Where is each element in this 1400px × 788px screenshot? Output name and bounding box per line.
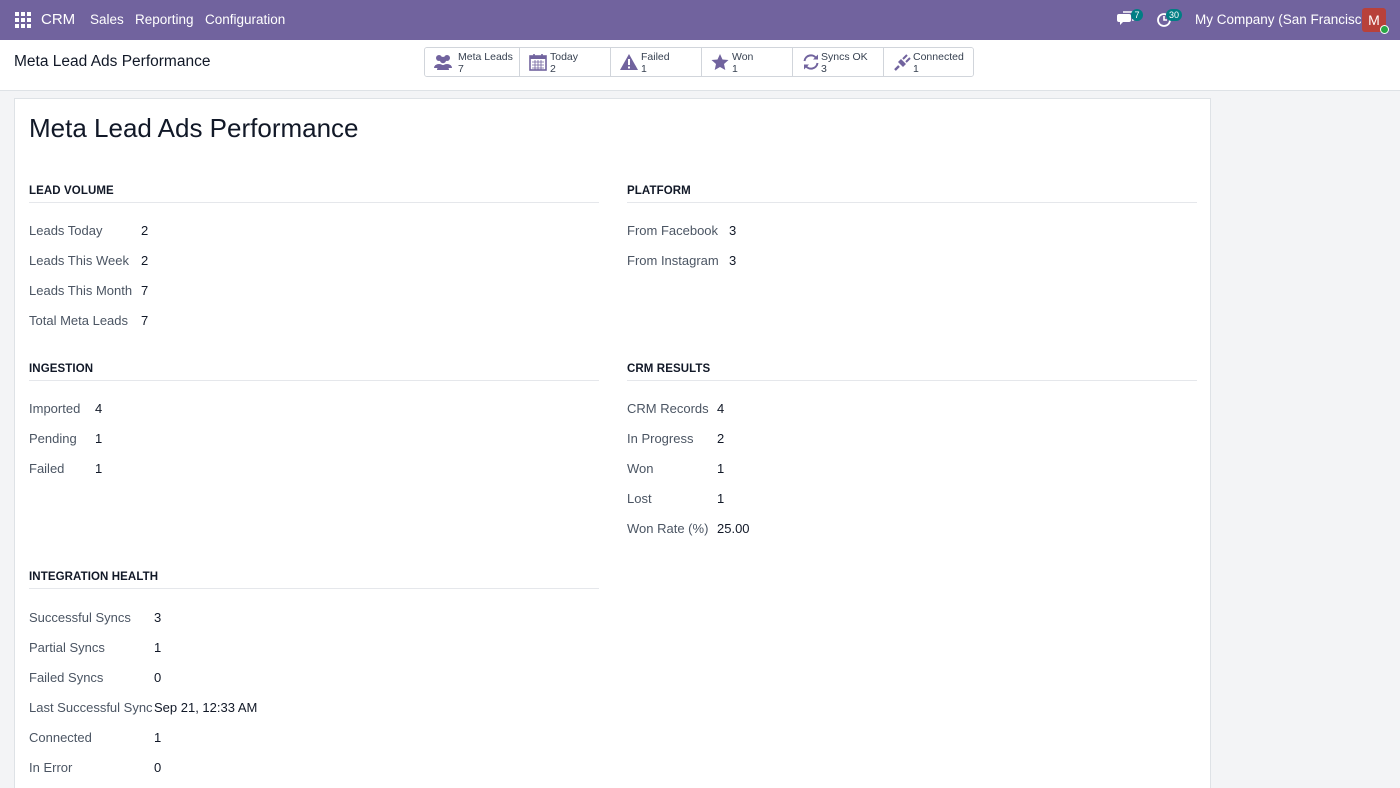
- form-sheet: Meta Lead Ads Performance LEAD VOLUME Le…: [14, 98, 1211, 788]
- field-value: 1: [154, 640, 162, 655]
- stat-value: 3: [821, 63, 827, 75]
- control-panel: Meta Lead Ads Performance Meta Leads 7 T…: [0, 40, 1400, 91]
- group-crm-results: CRM RESULTS: [627, 363, 1197, 381]
- apps-menu-icon[interactable]: [15, 12, 31, 28]
- group-platform: PLATFORM: [627, 185, 1197, 203]
- app-name[interactable]: CRM: [41, 11, 75, 28]
- star-icon: [711, 54, 729, 70]
- field-value: 0: [154, 670, 162, 685]
- page-title: Meta Lead Ads Performance: [14, 53, 211, 70]
- field-label: Leads Today: [29, 223, 103, 238]
- stat-label: Meta Leads: [458, 51, 513, 63]
- top-navbar: CRM Sales Reporting Configuration 7 30 M…: [0, 0, 1400, 40]
- stat-button-connected[interactable]: Connected 1: [884, 48, 973, 76]
- group-title: INTEGRATION HEALTH: [29, 571, 599, 589]
- field-value: 2: [717, 431, 725, 446]
- group-title: PLATFORM: [627, 185, 1197, 203]
- field-label: Successful Syncs: [29, 610, 131, 625]
- field-label: From Facebook: [627, 223, 719, 238]
- stat-value: 1: [641, 63, 647, 75]
- stat-value: 7: [458, 63, 464, 75]
- stat-button-meta-leads[interactable]: Meta Leads 7: [425, 48, 520, 76]
- field-label: Failed Syncs: [29, 670, 104, 685]
- calendar-icon: [529, 54, 547, 71]
- stat-button-failed[interactable]: Failed 1: [611, 48, 702, 76]
- refresh-icon: [803, 54, 819, 70]
- field-value: 1: [154, 730, 162, 745]
- activities-button[interactable]: 30: [1156, 9, 1183, 31]
- field-value: 2: [141, 223, 149, 238]
- field-label: Won Rate (%): [627, 521, 709, 536]
- field-value: Sep 21, 12:33 AM: [154, 700, 258, 715]
- field-value: 7: [141, 313, 149, 328]
- group-title: LEAD VOLUME: [29, 185, 599, 203]
- online-status-dot: [1380, 25, 1389, 34]
- field-label: From Instagram: [627, 253, 719, 268]
- field-value: 0: [154, 760, 162, 775]
- stat-value: 2: [550, 63, 556, 75]
- field-label: Connected: [29, 730, 92, 745]
- field-label: Lost: [627, 491, 652, 506]
- stat-button-today[interactable]: Today 2: [520, 48, 611, 76]
- menu-configuration[interactable]: Configuration: [205, 12, 285, 27]
- stat-label: Failed: [641, 51, 670, 63]
- field-value: 25.00: [717, 521, 750, 536]
- user-avatar[interactable]: M: [1362, 8, 1389, 34]
- field-label: Last Successful Sync: [29, 700, 153, 715]
- stat-button-bar: Meta Leads 7 Today 2 Failed 1 Won 1 Sync…: [424, 47, 974, 77]
- stat-label: Won: [732, 51, 754, 63]
- field-label: In Progress: [627, 431, 694, 446]
- stat-button-syncs-ok[interactable]: Syncs OK 3: [793, 48, 884, 76]
- avatar-letter: M: [1368, 12, 1380, 28]
- group-lead-volume: LEAD VOLUME: [29, 185, 599, 203]
- field-value: 1: [717, 491, 725, 506]
- field-value: 1: [95, 431, 103, 446]
- field-label: Imported: [29, 401, 81, 416]
- activities-count-badge: 30: [1166, 9, 1183, 21]
- group-integration-health: INTEGRATION HEALTH: [29, 571, 599, 589]
- group-ingestion: INGESTION: [29, 363, 599, 381]
- stat-button-won[interactable]: Won 1: [702, 48, 793, 76]
- warning-icon: [620, 54, 638, 70]
- menu-reporting[interactable]: Reporting: [135, 12, 194, 27]
- field-value: 4: [95, 401, 103, 416]
- field-value: 3: [729, 253, 737, 268]
- field-label: CRM Records: [627, 401, 709, 416]
- group-title: CRM RESULTS: [627, 363, 1197, 381]
- stat-value: 1: [913, 63, 919, 75]
- stat-label: Syncs OK: [821, 51, 868, 63]
- messages-button[interactable]: 7: [1117, 9, 1143, 31]
- stat-label: Today: [550, 51, 579, 63]
- field-label: Leads This Week: [29, 253, 129, 268]
- sheet-title: Meta Lead Ads Performance: [29, 113, 359, 143]
- field-label: In Error: [29, 760, 73, 775]
- field-label: Pending: [29, 431, 77, 446]
- users-icon: [434, 55, 452, 70]
- field-value: 7: [141, 283, 149, 298]
- messages-count-badge: 7: [1131, 9, 1143, 21]
- field-value: 1: [95, 461, 103, 476]
- field-label: Failed: [29, 461, 65, 476]
- field-value: 2: [141, 253, 149, 268]
- company-switcher[interactable]: My Company (San Francisco): [1195, 12, 1374, 27]
- field-label: Total Meta Leads: [29, 313, 129, 328]
- field-label: Partial Syncs: [29, 640, 105, 655]
- field-label: Won: [627, 461, 654, 476]
- field-label: Leads This Month: [29, 283, 133, 298]
- field-value: 3: [154, 610, 162, 625]
- field-value: 3: [729, 223, 737, 238]
- stat-value: 1: [732, 63, 738, 75]
- stat-label: Connected: [913, 51, 964, 63]
- field-value: 4: [717, 401, 725, 416]
- menu-sales[interactable]: Sales: [90, 12, 124, 27]
- field-value: 1: [717, 461, 725, 476]
- group-title: INGESTION: [29, 363, 599, 381]
- plug-icon: [894, 54, 911, 71]
